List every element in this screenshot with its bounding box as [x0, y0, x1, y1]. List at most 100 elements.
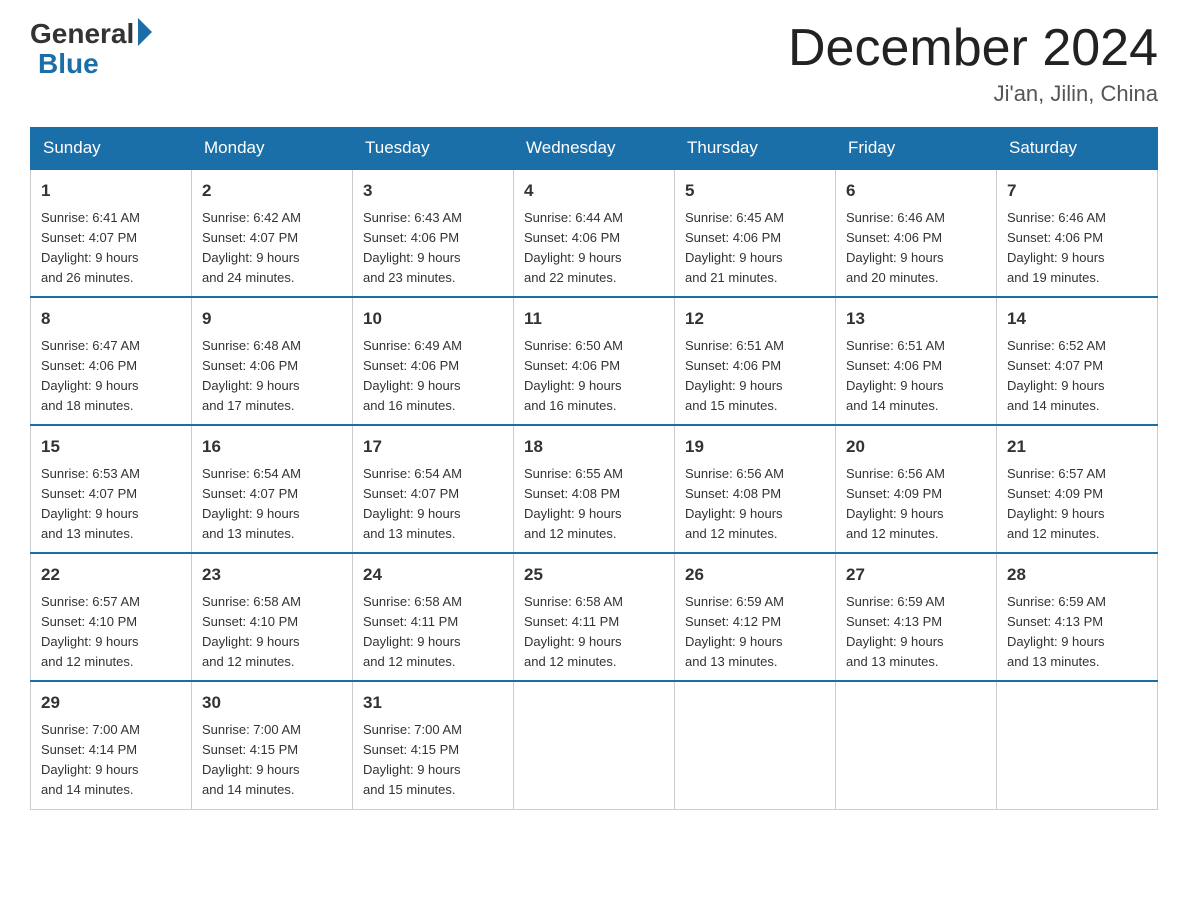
col-friday: Friday — [836, 128, 997, 170]
day-number: 21 — [1007, 434, 1147, 460]
day-info: Sunrise: 7:00 AM Sunset: 4:15 PM Dayligh… — [202, 720, 342, 801]
day-number: 14 — [1007, 306, 1147, 332]
day-number: 10 — [363, 306, 503, 332]
day-info: Sunrise: 6:45 AM Sunset: 4:06 PM Dayligh… — [685, 208, 825, 289]
col-wednesday: Wednesday — [514, 128, 675, 170]
day-info: Sunrise: 6:44 AM Sunset: 4:06 PM Dayligh… — [524, 208, 664, 289]
day-number: 30 — [202, 690, 342, 716]
table-row: 15 Sunrise: 6:53 AM Sunset: 4:07 PM Dayl… — [31, 425, 192, 553]
day-number: 26 — [685, 562, 825, 588]
logo-arrow-icon — [138, 18, 152, 46]
day-number: 12 — [685, 306, 825, 332]
day-info: Sunrise: 6:59 AM Sunset: 4:13 PM Dayligh… — [1007, 592, 1147, 673]
calendar-week-row: 1 Sunrise: 6:41 AM Sunset: 4:07 PM Dayli… — [31, 169, 1158, 297]
table-row: 4 Sunrise: 6:44 AM Sunset: 4:06 PM Dayli… — [514, 169, 675, 297]
day-info: Sunrise: 6:56 AM Sunset: 4:09 PM Dayligh… — [846, 464, 986, 545]
day-number: 31 — [363, 690, 503, 716]
day-number: 9 — [202, 306, 342, 332]
day-number: 29 — [41, 690, 181, 716]
table-row: 3 Sunrise: 6:43 AM Sunset: 4:06 PM Dayli… — [353, 169, 514, 297]
day-number: 8 — [41, 306, 181, 332]
title-area: December 2024 Ji'an, Jilin, China — [788, 20, 1158, 107]
day-number: 11 — [524, 306, 664, 332]
logo-blue-text: Blue — [38, 48, 99, 80]
col-monday: Monday — [192, 128, 353, 170]
day-info: Sunrise: 7:00 AM Sunset: 4:14 PM Dayligh… — [41, 720, 181, 801]
calendar-week-row: 29 Sunrise: 7:00 AM Sunset: 4:14 PM Dayl… — [31, 681, 1158, 809]
day-info: Sunrise: 6:58 AM Sunset: 4:11 PM Dayligh… — [524, 592, 664, 673]
table-row: 19 Sunrise: 6:56 AM Sunset: 4:08 PM Dayl… — [675, 425, 836, 553]
day-number: 6 — [846, 178, 986, 204]
day-info: Sunrise: 6:48 AM Sunset: 4:06 PM Dayligh… — [202, 336, 342, 417]
table-row — [836, 681, 997, 809]
table-row: 22 Sunrise: 6:57 AM Sunset: 4:10 PM Dayl… — [31, 553, 192, 681]
calendar-week-row: 22 Sunrise: 6:57 AM Sunset: 4:10 PM Dayl… — [31, 553, 1158, 681]
table-row: 21 Sunrise: 6:57 AM Sunset: 4:09 PM Dayl… — [997, 425, 1158, 553]
table-row: 23 Sunrise: 6:58 AM Sunset: 4:10 PM Dayl… — [192, 553, 353, 681]
logo: General Blue — [30, 20, 152, 80]
calendar-header-row: Sunday Monday Tuesday Wednesday Thursday… — [31, 128, 1158, 170]
day-number: 4 — [524, 178, 664, 204]
day-info: Sunrise: 6:57 AM Sunset: 4:10 PM Dayligh… — [41, 592, 181, 673]
table-row: 14 Sunrise: 6:52 AM Sunset: 4:07 PM Dayl… — [997, 297, 1158, 425]
day-number: 16 — [202, 434, 342, 460]
subtitle: Ji'an, Jilin, China — [788, 81, 1158, 107]
day-info: Sunrise: 6:53 AM Sunset: 4:07 PM Dayligh… — [41, 464, 181, 545]
table-row: 31 Sunrise: 7:00 AM Sunset: 4:15 PM Dayl… — [353, 681, 514, 809]
day-number: 5 — [685, 178, 825, 204]
table-row: 27 Sunrise: 6:59 AM Sunset: 4:13 PM Dayl… — [836, 553, 997, 681]
table-row: 5 Sunrise: 6:45 AM Sunset: 4:06 PM Dayli… — [675, 169, 836, 297]
calendar-week-row: 8 Sunrise: 6:47 AM Sunset: 4:06 PM Dayli… — [31, 297, 1158, 425]
col-tuesday: Tuesday — [353, 128, 514, 170]
day-info: Sunrise: 6:54 AM Sunset: 4:07 PM Dayligh… — [363, 464, 503, 545]
day-number: 23 — [202, 562, 342, 588]
table-row: 10 Sunrise: 6:49 AM Sunset: 4:06 PM Dayl… — [353, 297, 514, 425]
table-row: 6 Sunrise: 6:46 AM Sunset: 4:06 PM Dayli… — [836, 169, 997, 297]
table-row: 24 Sunrise: 6:58 AM Sunset: 4:11 PM Dayl… — [353, 553, 514, 681]
day-number: 15 — [41, 434, 181, 460]
table-row: 30 Sunrise: 7:00 AM Sunset: 4:15 PM Dayl… — [192, 681, 353, 809]
col-sunday: Sunday — [31, 128, 192, 170]
day-info: Sunrise: 6:58 AM Sunset: 4:10 PM Dayligh… — [202, 592, 342, 673]
day-info: Sunrise: 7:00 AM Sunset: 4:15 PM Dayligh… — [363, 720, 503, 801]
day-info: Sunrise: 6:55 AM Sunset: 4:08 PM Dayligh… — [524, 464, 664, 545]
day-info: Sunrise: 6:56 AM Sunset: 4:08 PM Dayligh… — [685, 464, 825, 545]
table-row: 11 Sunrise: 6:50 AM Sunset: 4:06 PM Dayl… — [514, 297, 675, 425]
table-row: 20 Sunrise: 6:56 AM Sunset: 4:09 PM Dayl… — [836, 425, 997, 553]
col-thursday: Thursday — [675, 128, 836, 170]
page-header: General Blue December 2024 Ji'an, Jilin,… — [30, 20, 1158, 107]
day-number: 17 — [363, 434, 503, 460]
calendar-week-row: 15 Sunrise: 6:53 AM Sunset: 4:07 PM Dayl… — [31, 425, 1158, 553]
day-info: Sunrise: 6:42 AM Sunset: 4:07 PM Dayligh… — [202, 208, 342, 289]
day-number: 22 — [41, 562, 181, 588]
day-number: 7 — [1007, 178, 1147, 204]
table-row: 26 Sunrise: 6:59 AM Sunset: 4:12 PM Dayl… — [675, 553, 836, 681]
table-row: 8 Sunrise: 6:47 AM Sunset: 4:06 PM Dayli… — [31, 297, 192, 425]
day-number: 18 — [524, 434, 664, 460]
table-row: 25 Sunrise: 6:58 AM Sunset: 4:11 PM Dayl… — [514, 553, 675, 681]
table-row: 28 Sunrise: 6:59 AM Sunset: 4:13 PM Dayl… — [997, 553, 1158, 681]
logo-general-text: General — [30, 20, 134, 48]
col-saturday: Saturday — [997, 128, 1158, 170]
table-row — [675, 681, 836, 809]
day-number: 27 — [846, 562, 986, 588]
day-number: 3 — [363, 178, 503, 204]
day-info: Sunrise: 6:59 AM Sunset: 4:12 PM Dayligh… — [685, 592, 825, 673]
day-info: Sunrise: 6:51 AM Sunset: 4:06 PM Dayligh… — [846, 336, 986, 417]
day-info: Sunrise: 6:58 AM Sunset: 4:11 PM Dayligh… — [363, 592, 503, 673]
day-info: Sunrise: 6:52 AM Sunset: 4:07 PM Dayligh… — [1007, 336, 1147, 417]
table-row: 9 Sunrise: 6:48 AM Sunset: 4:06 PM Dayli… — [192, 297, 353, 425]
day-info: Sunrise: 6:50 AM Sunset: 4:06 PM Dayligh… — [524, 336, 664, 417]
day-number: 13 — [846, 306, 986, 332]
day-number: 19 — [685, 434, 825, 460]
table-row: 16 Sunrise: 6:54 AM Sunset: 4:07 PM Dayl… — [192, 425, 353, 553]
day-number: 24 — [363, 562, 503, 588]
table-row: 12 Sunrise: 6:51 AM Sunset: 4:06 PM Dayl… — [675, 297, 836, 425]
day-info: Sunrise: 6:59 AM Sunset: 4:13 PM Dayligh… — [846, 592, 986, 673]
day-info: Sunrise: 6:46 AM Sunset: 4:06 PM Dayligh… — [1007, 208, 1147, 289]
day-number: 20 — [846, 434, 986, 460]
table-row: 2 Sunrise: 6:42 AM Sunset: 4:07 PM Dayli… — [192, 169, 353, 297]
table-row — [514, 681, 675, 809]
day-info: Sunrise: 6:51 AM Sunset: 4:06 PM Dayligh… — [685, 336, 825, 417]
table-row: 13 Sunrise: 6:51 AM Sunset: 4:06 PM Dayl… — [836, 297, 997, 425]
